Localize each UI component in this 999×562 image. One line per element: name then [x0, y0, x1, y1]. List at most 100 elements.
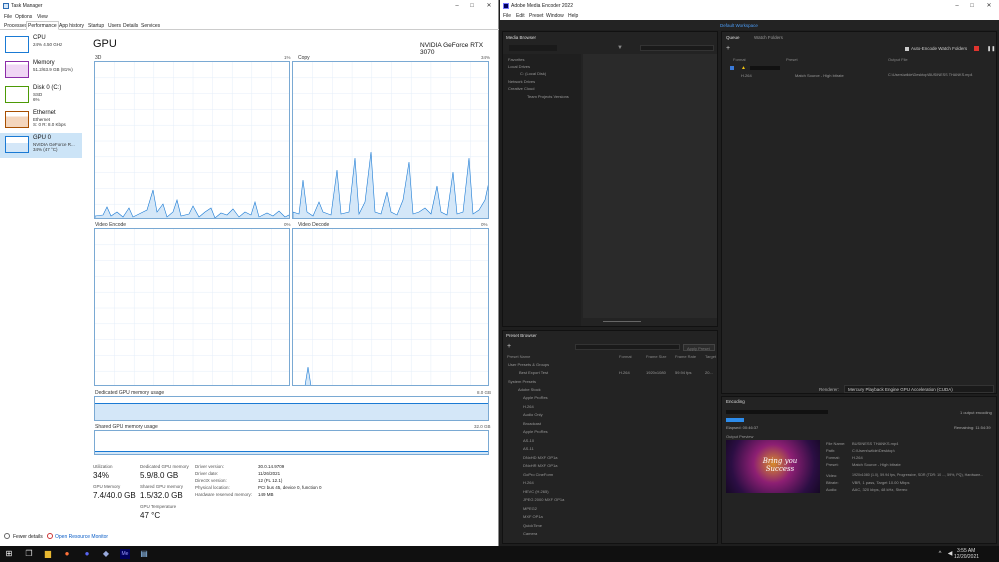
discord-icon[interactable]: ●	[82, 549, 92, 559]
menu-help[interactable]: Help	[568, 13, 578, 19]
preset-dnxhd[interactable]: DNxHD MXF OP1a	[523, 455, 557, 460]
tree-team-projects[interactable]: Team Projects Versions	[527, 94, 569, 99]
gpu-memory-value: 7.4/40.0 GB	[93, 491, 136, 500]
media-search-input[interactable]	[640, 45, 714, 51]
app-icon[interactable]: ◆	[101, 549, 111, 559]
preset-best-export-test[interactable]: Best Export Test	[519, 370, 548, 375]
preset-mxf-op1a[interactable]: MXF OP1a	[523, 514, 543, 519]
firefox-icon[interactable]: ●	[62, 549, 72, 559]
preset-camera[interactable]: Camera	[523, 531, 537, 536]
windows-start-icon[interactable]: ⊞	[4, 549, 14, 559]
stop-button[interactable]	[974, 46, 979, 51]
sidebar-item-ethernet[interactable]: Ethernet Ethernet S: 0 R: 8.0 Kbps	[0, 108, 82, 133]
preset-browser-tab[interactable]: Preset Browser	[506, 333, 537, 338]
tree-creative-cloud[interactable]: Creative Cloud	[508, 86, 534, 91]
menu-file[interactable]: File	[4, 14, 12, 20]
tree-network-drives[interactable]: Network Drives	[508, 79, 535, 84]
tree-local-drives[interactable]: Local Drives	[508, 64, 530, 69]
graph-copy-plot	[293, 62, 488, 218]
apply-preset-button[interactable]: Apply Preset	[683, 344, 715, 351]
sidebar-item-cpu[interactable]: CPU 24% 4.50 GHz	[0, 33, 82, 58]
preset-dnxhr[interactable]: DNxHR MXF OP1a	[523, 463, 557, 468]
menu-options[interactable]: Options	[15, 14, 32, 20]
preset-broadcast[interactable]: Broadcast	[523, 421, 541, 426]
tab-performance[interactable]: Performance	[26, 21, 59, 30]
menu-file[interactable]: File	[503, 13, 511, 19]
close-button[interactable]: ✕	[984, 2, 994, 10]
watch-folders-tab[interactable]: Watch Folders	[754, 35, 783, 40]
menu-view[interactable]: View	[37, 14, 48, 20]
utilization-label: Utilization	[93, 464, 113, 469]
maximize-button[interactable]: □	[467, 2, 477, 10]
preset-adobe-stock[interactable]: Adobe Stock	[518, 387, 541, 392]
preset-quicktime[interactable]: QuickTime	[523, 523, 542, 528]
preset-h264[interactable]: H.264	[523, 404, 534, 409]
sidebar-item-gpu[interactable]: GPU 0 NVIDIA GeForce R... 34% (47 °C)	[0, 133, 82, 158]
media-encoder-icon	[503, 3, 509, 9]
tab-app-history[interactable]: App history	[58, 23, 85, 29]
driver-version-label: Driver version:	[195, 464, 225, 469]
tree-favorites[interactable]: Favorites	[508, 57, 524, 62]
preset-as11[interactable]: AS-11	[523, 446, 534, 451]
fewer-details-link[interactable]: Fewer details	[13, 534, 43, 540]
utilization-value: 34%	[93, 471, 110, 480]
encoding-tab[interactable]: Encoding	[726, 399, 745, 404]
preset-jpeg2000[interactable]: JPEG 2000 MXF OP1a	[523, 497, 564, 502]
maximize-button[interactable]: □	[967, 2, 977, 10]
media-encoder-taskbar-icon[interactable]: Me	[120, 549, 130, 559]
graph-3d-plot	[95, 62, 289, 218]
tab-startup[interactable]: Startup	[87, 23, 105, 29]
auto-encode-checkbox[interactable]	[905, 47, 909, 51]
dedicated-gpu-memory-label: Dedicated GPU memory	[140, 464, 189, 469]
media-browser-tab[interactable]: Media Browser	[506, 35, 536, 40]
system-presets-group[interactable]: System Presets	[508, 379, 536, 384]
col-target: Target	[705, 354, 717, 359]
preset-broadcast-apple-prores[interactable]: Apple ProRes	[523, 429, 548, 434]
menu-preset[interactable]: Preset	[529, 13, 543, 19]
queue-preset[interactable]: Match Source - High bitrate	[795, 73, 844, 78]
preset-mpeg2[interactable]: MPEG2	[523, 506, 537, 511]
add-source-icon[interactable]: +	[726, 45, 730, 52]
location-dropdown[interactable]	[509, 45, 557, 51]
minimize-button[interactable]: –	[952, 2, 962, 10]
filter-icon[interactable]: ▼	[617, 45, 623, 51]
user-presets-group[interactable]: User Presets & Groups	[508, 362, 549, 367]
preset-hevc[interactable]: HEVC (H.265)	[523, 489, 549, 494]
thumbnail-size-slider[interactable]	[603, 321, 641, 322]
renderer-dropdown[interactable]: Mercury Playback Engine GPU Acceleration…	[844, 385, 994, 393]
sidebar-item-memory[interactable]: Memory 51.2/63.9 GB (81%)	[0, 58, 82, 83]
task-view-icon[interactable]: ❐	[24, 549, 34, 559]
chevron-up-icon[interactable]	[4, 533, 10, 539]
redacted-source	[726, 410, 828, 414]
graph-video-decode	[292, 228, 489, 386]
tab-services[interactable]: Services	[140, 23, 161, 29]
open-resource-monitor-link[interactable]: Open Resource Monitor	[55, 534, 108, 540]
minimize-button[interactable]: –	[452, 2, 462, 10]
info-file-name-value: BUSINESS THANKS.mp4	[852, 441, 899, 446]
menu-window[interactable]: Window	[546, 13, 564, 19]
preset-as10[interactable]: AS-10	[523, 438, 534, 443]
close-button[interactable]: ✕	[484, 2, 494, 10]
clock-date[interactable]: 12/20/2021	[954, 554, 979, 560]
preset-apple-prores[interactable]: Apple ProRes	[523, 395, 548, 400]
menu-edit[interactable]: Edit	[516, 13, 525, 19]
chevron-up-icon[interactable]: ^	[935, 549, 945, 559]
preset-search-input[interactable]	[575, 344, 680, 350]
tab-processes[interactable]: Processes	[3, 23, 28, 29]
queue-output-file[interactable]: C:\Users\wilde\Desktop\BUSINESS THANKS.m…	[888, 73, 996, 77]
preset-audio-only[interactable]: Audio Only	[523, 412, 543, 417]
shared-memory-graph	[94, 430, 489, 455]
preset-broadcast-h264[interactable]: H.264	[523, 480, 534, 485]
sidebar-item-disk[interactable]: Disk 0 (C:) SSD 6%	[0, 83, 82, 108]
workspace-label[interactable]: Default Workspace	[720, 23, 758, 28]
tab-users[interactable]: Users	[107, 23, 122, 29]
preset-gopro[interactable]: GoPro CineForm	[523, 472, 553, 477]
queue-tab[interactable]: Queue	[726, 35, 740, 40]
task-manager-taskbar-icon[interactable]: ▤	[139, 549, 149, 559]
add-preset-icon[interactable]: +	[507, 343, 511, 350]
file-explorer-icon[interactable]: ▆	[43, 549, 53, 559]
pause-button[interactable]: ❚❚	[987, 46, 995, 52]
tab-details[interactable]: Details	[122, 23, 139, 29]
queue-format[interactable]: H.264	[741, 73, 752, 78]
tree-c-drive[interactable]: C: (Local Disk)	[520, 71, 546, 76]
